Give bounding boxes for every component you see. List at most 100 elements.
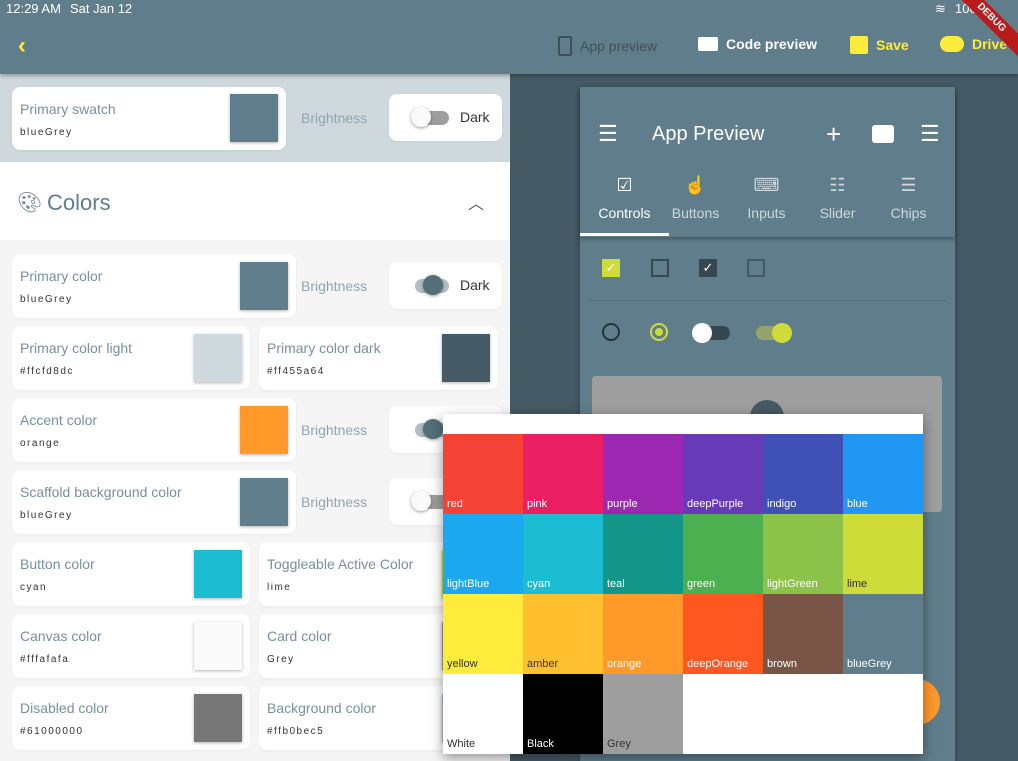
color-option-cyan[interactable]: cyan (523, 514, 603, 594)
color-option-Black[interactable]: Black (523, 674, 603, 754)
color-option-label: deepOrange (687, 658, 749, 670)
color-option-label: White (447, 738, 476, 750)
color-picker-popup: red pink purple deepPurple indigo blue lightBl… (443, 414, 923, 754)
color-option-red[interactable]: red (443, 434, 523, 514)
tab-chips[interactable]: ☰ Chips (871, 175, 946, 221)
color-swatch[interactable] (194, 694, 242, 742)
checkbox-unchecked[interactable] (651, 259, 669, 277)
color-card[interactable]: Disabled color #61000000 (12, 686, 250, 750)
color-swatch[interactable] (194, 550, 242, 598)
tab-inputs[interactable]: ⌨ Inputs (729, 175, 804, 221)
color-option-blue[interactable]: blue (843, 434, 923, 514)
color-card[interactable]: Button color cyan (12, 542, 250, 606)
color-option-blueGrey[interactable]: blueGrey (843, 594, 923, 674)
brightness-label: Brightness (301, 494, 368, 510)
code-preview-button[interactable]: Code preview (698, 36, 817, 52)
color-swatch[interactable] (194, 622, 242, 670)
tab-label: Slider (819, 205, 856, 221)
active-tab-indicator (580, 233, 669, 236)
color-option-brown[interactable]: brown (763, 594, 843, 674)
color-option-green[interactable]: green (683, 514, 763, 594)
color-option-yellow[interactable]: yellow (443, 594, 523, 674)
color-option-label: pink (527, 498, 548, 510)
checkbox-checked-lime[interactable]: ✓ (602, 259, 620, 277)
color-swatch[interactable] (230, 94, 278, 142)
checkbox-disabled[interactable] (747, 259, 765, 277)
card-title: Primary color (20, 268, 103, 284)
color-card[interactable]: Primary color light #ffcfd8dc (12, 326, 250, 390)
color-option-label: lightGreen (767, 578, 818, 590)
color-option-Grey[interactable]: Grey (603, 674, 683, 754)
card-value: cyan (20, 582, 48, 593)
colors-section-header[interactable]: 🎨︎ Colors ︿ (0, 162, 510, 240)
color-option-pink[interactable]: pink (523, 434, 603, 514)
save-button[interactable]: Save (850, 36, 909, 54)
add-icon[interactable]: + (826, 119, 841, 150)
color-option-teal[interactable]: teal (603, 514, 683, 594)
card-value: blueGrey (20, 127, 73, 138)
save-icon (850, 36, 868, 54)
color-option-lime[interactable]: lime (843, 514, 923, 594)
tab-buttons[interactable]: ☝ Buttons (658, 175, 733, 221)
color-swatch[interactable] (194, 334, 242, 382)
storage-icon: ☰ (900, 175, 917, 195)
touch-icon: ☝ (684, 175, 707, 195)
color-option-label: blueGrey (847, 658, 892, 670)
checkbox-checked-dark[interactable]: ✓ (699, 259, 717, 277)
chevron-up-icon[interactable]: ︿ (468, 190, 484, 214)
color-option-lightBlue[interactable]: lightBlue (443, 514, 523, 594)
color-option-label: lime (847, 578, 868, 590)
drive-button[interactable]: Drive (940, 36, 1007, 52)
switch-on[interactable] (756, 323, 792, 343)
primary-swatch-card[interactable]: Primary swatch blueGrey (12, 87, 286, 150)
card-title: Primary color light (20, 340, 133, 356)
color-option-orange[interactable]: orange (603, 594, 683, 674)
card-value: #fffafafa (20, 654, 70, 665)
color-option-label: lightBlue (447, 578, 490, 590)
color-swatch[interactable] (442, 334, 490, 382)
color-option-label: brown (767, 658, 797, 670)
tab-slider[interactable]: ☷ Slider (800, 175, 875, 221)
color-option-label: yellow (447, 658, 478, 670)
back-button[interactable]: ‹ (18, 32, 26, 60)
menu-icon[interactable]: ☰ (598, 121, 618, 147)
card-value: #61000000 (20, 726, 84, 737)
card-value: #ffb0bec5 (267, 726, 325, 737)
tab-label: Controls (598, 205, 651, 221)
add-photo-icon[interactable] (872, 125, 894, 143)
menu-right-icon[interactable]: ☰ (920, 121, 940, 147)
color-card[interactable]: Canvas color #fffafafa (12, 614, 250, 678)
status-time: 12:29 AM (6, 1, 61, 16)
color-option-lightGreen[interactable]: lightGreen (763, 514, 843, 594)
radio-unselected[interactable] (602, 323, 620, 341)
color-card[interactable]: Scaffold background color blueGrey (12, 470, 296, 534)
color-option-White[interactable]: White (443, 674, 523, 754)
color-card[interactable]: Primary color dark #ff455a64 (259, 326, 498, 390)
card-value: orange (20, 438, 61, 449)
brightness-value: Dark (460, 277, 490, 293)
color-swatch[interactable] (240, 406, 288, 454)
preview-title: App Preview (652, 123, 765, 145)
card-value: #ff455a64 (267, 366, 325, 377)
color-swatch[interactable] (240, 262, 288, 310)
color-swatch[interactable] (240, 478, 288, 526)
color-option-amber[interactable]: amber (523, 594, 603, 674)
tab-label: Inputs (747, 205, 786, 221)
color-option-purple[interactable]: purple (603, 434, 683, 514)
color-option-label: orange (607, 658, 642, 670)
color-option-deepOrange[interactable]: deepOrange (683, 594, 763, 674)
brightness-toggle[interactable]: Dark (389, 94, 502, 141)
color-option-deepPurple[interactable]: deepPurple (683, 434, 763, 514)
color-option-label: deepPurple (687, 498, 744, 510)
color-card[interactable]: Primary color blueGrey (12, 254, 296, 318)
brightness-toggle[interactable]: Dark (389, 262, 502, 309)
palette-icon: 🎨︎ (17, 192, 43, 214)
color-option-indigo[interactable]: indigo (763, 434, 843, 514)
card-title: Scaffold background color (20, 484, 182, 500)
app-preview-button[interactable]: App preview (558, 36, 657, 56)
tab-controls[interactable]: ☑ Controls (587, 175, 662, 221)
switch-off[interactable] (692, 323, 730, 343)
radio-selected[interactable] (650, 323, 668, 341)
card-value: blueGrey (20, 294, 73, 305)
color-card[interactable]: Accent color orange (12, 398, 296, 462)
